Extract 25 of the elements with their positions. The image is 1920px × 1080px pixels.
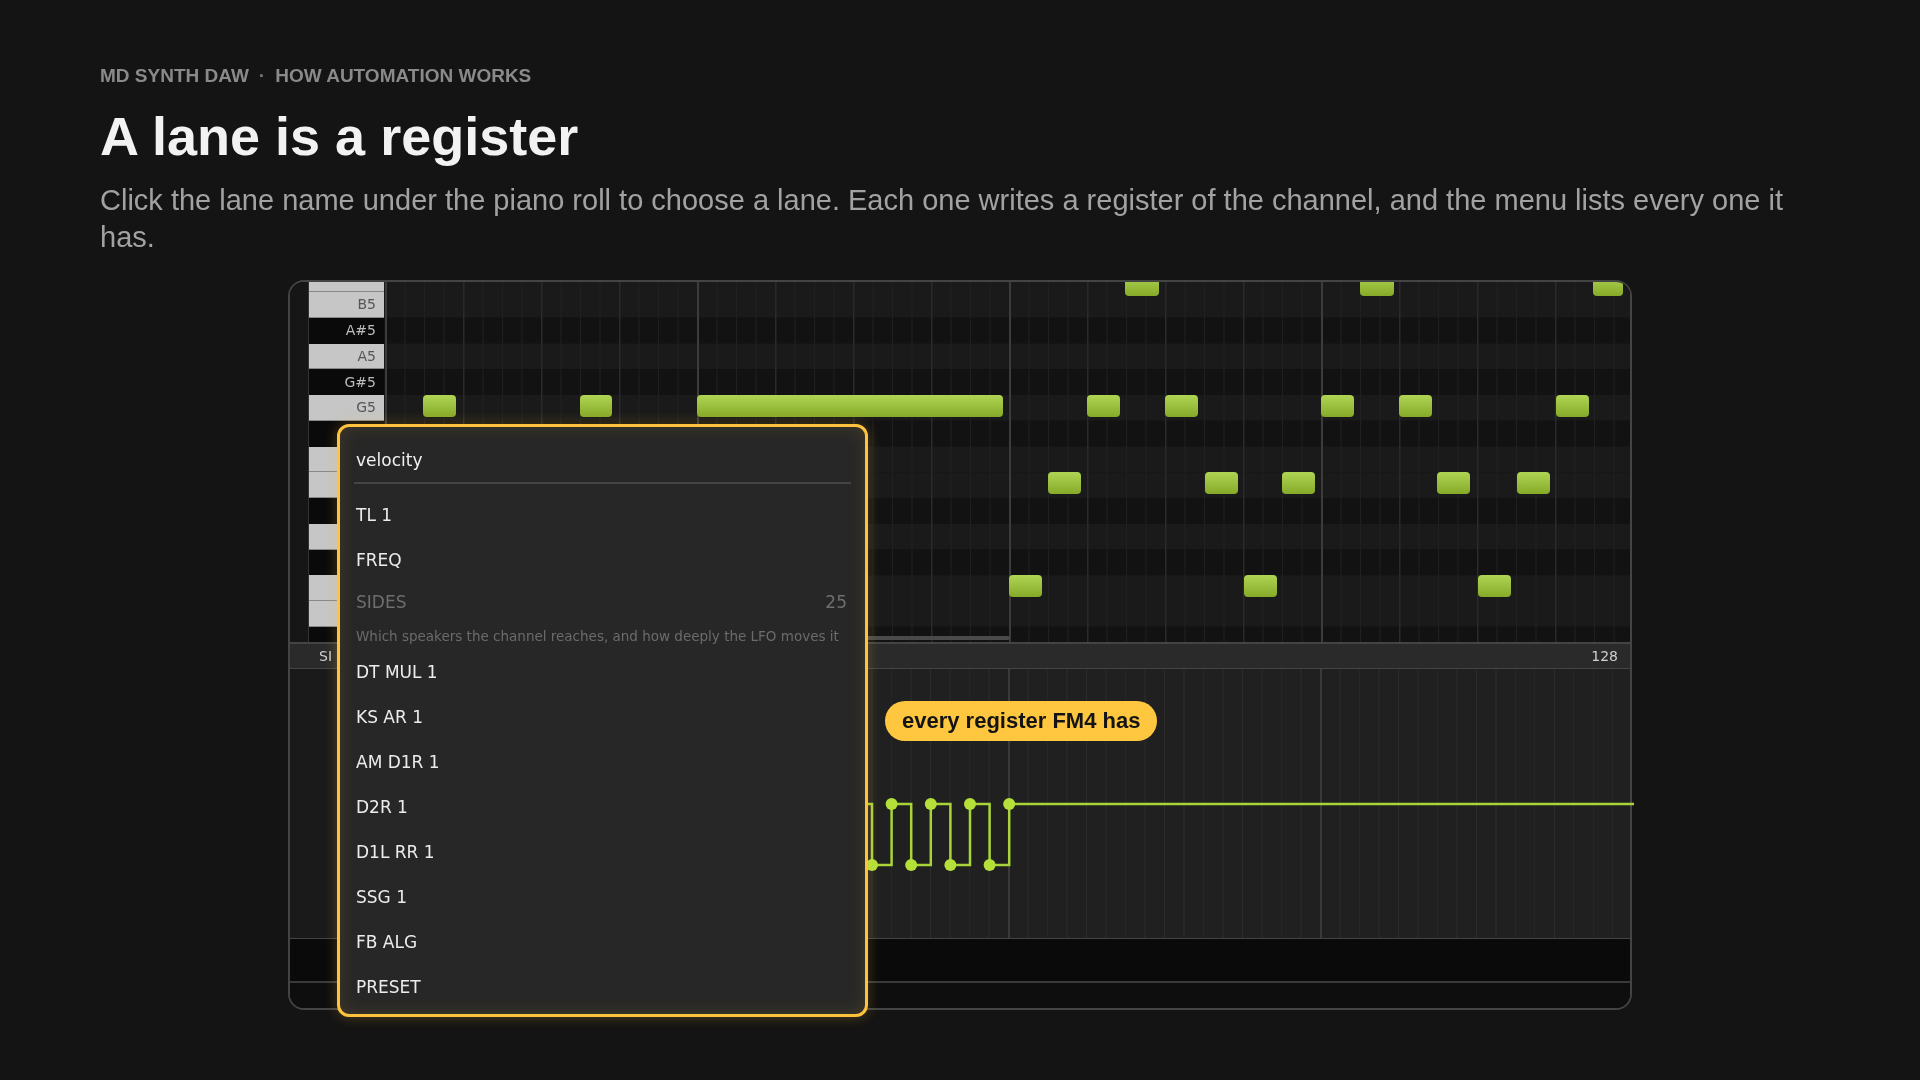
menu-item[interactable]: SSG 1: [354, 874, 851, 919]
breadcrumb-item: HOW AUTOMATION WORKS: [275, 65, 532, 87]
menu-item[interactable]: KS AR 1: [354, 694, 851, 739]
lane-name[interactable]: SI: [290, 648, 332, 664]
page-title: A lane is a register: [100, 105, 580, 168]
piano-key[interactable]: B5: [309, 292, 384, 318]
piano-key[interactable]: A5: [309, 343, 384, 370]
menu-item[interactable]: FREQ: [354, 537, 851, 582]
piano-key[interactable]: G#5: [309, 369, 384, 395]
breadcrumb-separator: ·: [258, 65, 266, 87]
menu-item[interactable]: DT MUL 1: [354, 649, 851, 694]
piano-key[interactable]: G5: [309, 395, 384, 421]
menu-item-description: Which speakers the channel reaches, and how deeply the LFO moves it: [355, 627, 840, 646]
callout-label: every register FM4 has: [885, 701, 1158, 741]
menu-item[interactable]: TL 1: [354, 492, 851, 537]
breadcrumb-item: MD SYNTH DAW: [100, 65, 249, 87]
page-description: Click the lane name under the piano roll to choose a lane. Each one writes a register of the channel, and the menu lists every one it has.: [100, 183, 1784, 255]
menu-item[interactable]: PRESET: [354, 964, 851, 1009]
piano-key[interactable]: A#5: [309, 317, 384, 344]
menu-item[interactable]: FB ALG: [354, 919, 851, 964]
menu-item[interactable]: AM D1R 1: [354, 739, 851, 784]
menu-header[interactable]: velocity: [354, 437, 851, 484]
menu-item[interactable]: D1L RR 1: [354, 829, 851, 874]
lane-max-value: 128: [1591, 648, 1619, 664]
menu-item[interactable]: D2R 1: [354, 784, 851, 829]
